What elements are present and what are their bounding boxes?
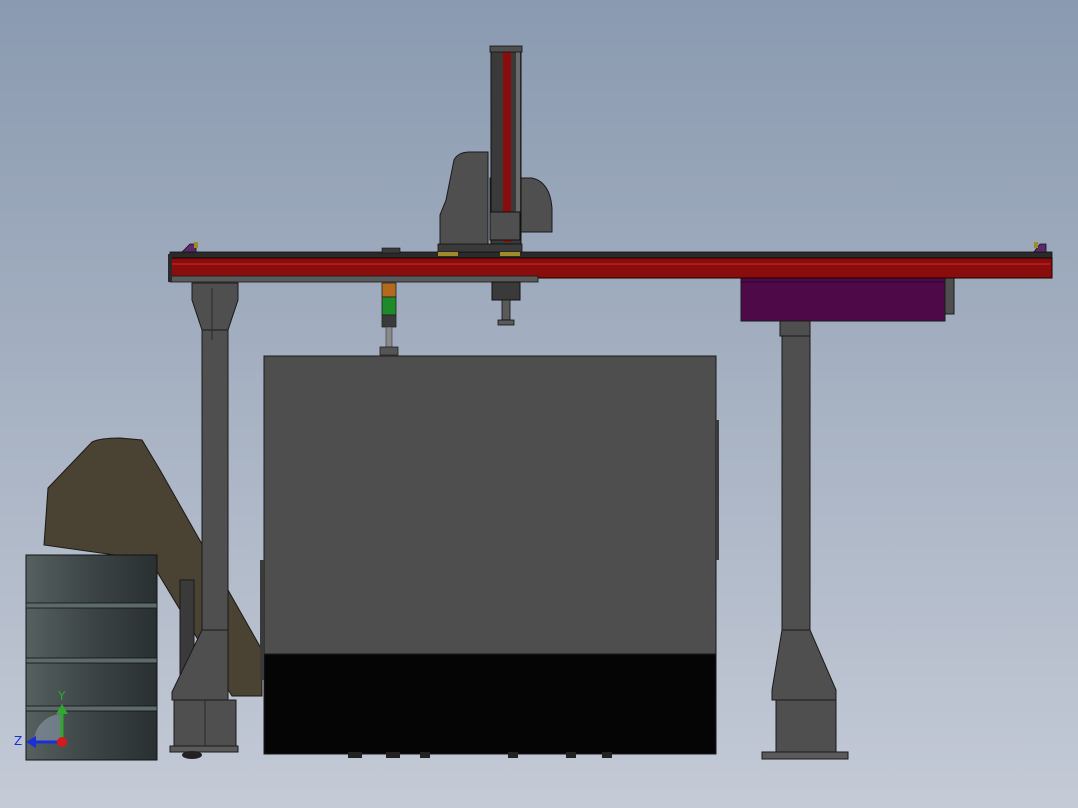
machine-enclosure — [263, 355, 717, 657]
machine-side-panel — [716, 420, 719, 560]
signal-tower-green — [381, 296, 397, 316]
triad-origin — [57, 737, 67, 747]
left-column-caster — [182, 751, 202, 759]
right-column-post — [781, 335, 811, 673]
y-axis-label: Y — [57, 689, 66, 703]
barrel-rib-lower — [25, 705, 158, 712]
signal-tower-cap — [381, 314, 397, 328]
machine-foot-2 — [386, 752, 400, 758]
machine-left-vent — [260, 560, 264, 680]
machine-foot-5 — [566, 752, 576, 758]
machine-foot-1 — [348, 752, 362, 758]
machine-base — [263, 653, 717, 755]
carriage-bearing-left — [438, 252, 458, 256]
right-column-top-bracket — [779, 319, 811, 337]
beam-small-block — [381, 247, 401, 254]
signal-tower-pole — [385, 326, 393, 348]
right-column-base-plate — [761, 751, 849, 760]
beam-left-endcap — [168, 254, 172, 282]
gripper-tip — [497, 319, 515, 326]
z-axis-top-cap — [489, 45, 523, 53]
carriage-motor-block — [489, 211, 521, 241]
right-column-base — [775, 699, 837, 753]
barrel-rib-middle — [25, 657, 158, 664]
beam-top-rail — [169, 251, 1053, 259]
gripper-stem — [501, 299, 511, 321]
beam-lower-rail — [169, 275, 539, 283]
machine-foot-3 — [420, 752, 430, 758]
signal-tower-orange — [381, 282, 397, 298]
gripper-head — [491, 281, 521, 301]
carriage-bottom-plate — [437, 243, 523, 253]
cad-viewport[interactable]: Y Z — [0, 0, 1078, 808]
carriage-bearing-right — [500, 252, 520, 256]
cad-canvas: Y Z — [0, 0, 1078, 808]
beam-right-stop-pin — [1034, 242, 1038, 248]
cnc-machine[interactable] — [260, 355, 719, 758]
machine-foot-4 — [508, 752, 518, 758]
left-column-base-plate — [169, 745, 239, 753]
machine-foot-6 — [602, 752, 612, 758]
beam-left-stop-pin — [194, 242, 198, 248]
barrel-rib-upper — [25, 602, 158, 609]
left-column-post — [201, 329, 229, 671]
signal-tower-mount — [379, 346, 399, 356]
z-axis-label: Z — [14, 734, 22, 748]
beam-red-rail — [169, 257, 1053, 279]
